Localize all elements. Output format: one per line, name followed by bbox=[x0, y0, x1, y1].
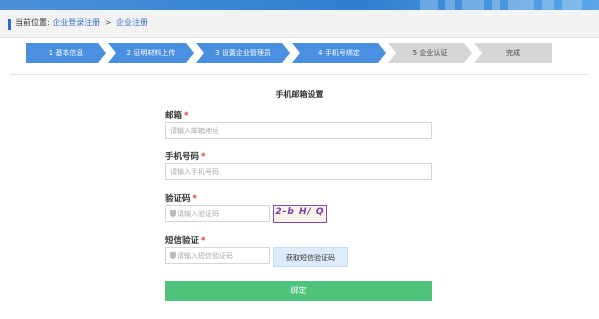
breadcrumb-link-register[interactable]: 企业注册 bbox=[116, 18, 148, 27]
step-basic-info: 1 基本信息 bbox=[26, 43, 106, 63]
step-enterprise-verification: 5 企业认证 bbox=[388, 43, 472, 63]
phone-label: 手机号码 * bbox=[165, 152, 206, 162]
email-input[interactable]: 请输入邮箱地址 bbox=[165, 122, 432, 139]
breadcrumb: 当前位置: 企业登录注册 > 企业注册 bbox=[15, 17, 148, 29]
required-mark: * bbox=[184, 111, 189, 121]
form-title: 手机邮箱设置 bbox=[275, 90, 324, 99]
captcha-text: 2-b H/ Q bbox=[275, 207, 325, 217]
shield-icon bbox=[170, 210, 176, 217]
sms-placeholder: 请输入短信验证码 bbox=[177, 252, 233, 260]
breadcrumb-link-login[interactable]: 企业登录注册 bbox=[52, 18, 100, 27]
required-mark: * bbox=[201, 152, 206, 162]
get-sms-code-button[interactable]: 获取短信验证码 bbox=[273, 247, 348, 267]
breadcrumb-separator: > bbox=[104, 18, 112, 27]
captcha-image[interactable]: 2-b H/ Q bbox=[273, 205, 327, 223]
breadcrumb-bar: 当前位置: 企业登录注册 > 企业注册 bbox=[0, 10, 599, 38]
step-upload-documents: 2 证明材料上传 bbox=[108, 43, 194, 63]
required-mark: * bbox=[192, 194, 197, 204]
email-label: 邮箱 * bbox=[165, 111, 189, 121]
shield-icon bbox=[170, 252, 176, 259]
required-mark: * bbox=[201, 236, 206, 246]
phone-input[interactable]: 请输入手机号码 bbox=[165, 163, 432, 180]
progress-steps: 1 基本信息 2 证明材料上传 3 设置企业管理员 4 手机号绑定 5 企业认证… bbox=[26, 43, 552, 63]
captcha-input[interactable]: 请输入验证码 bbox=[165, 205, 270, 222]
captcha-label: 验证码 * bbox=[165, 194, 197, 204]
divider bbox=[10, 74, 589, 75]
bind-button[interactable]: 绑定 bbox=[165, 281, 432, 301]
step-set-admin: 3 设置企业管理员 bbox=[196, 43, 290, 63]
top-banner bbox=[0, 0, 599, 10]
step-complete: 完成 bbox=[474, 43, 552, 63]
breadcrumb-marker bbox=[8, 19, 11, 30]
sms-code-input[interactable]: 请输入短信验证码 bbox=[165, 247, 270, 264]
step-phone-binding: 4 手机号绑定 bbox=[292, 43, 386, 63]
captcha-placeholder: 请输入验证码 bbox=[177, 210, 219, 218]
breadcrumb-label: 当前位置: bbox=[15, 18, 50, 27]
sms-label: 短信验证 * bbox=[165, 236, 206, 246]
